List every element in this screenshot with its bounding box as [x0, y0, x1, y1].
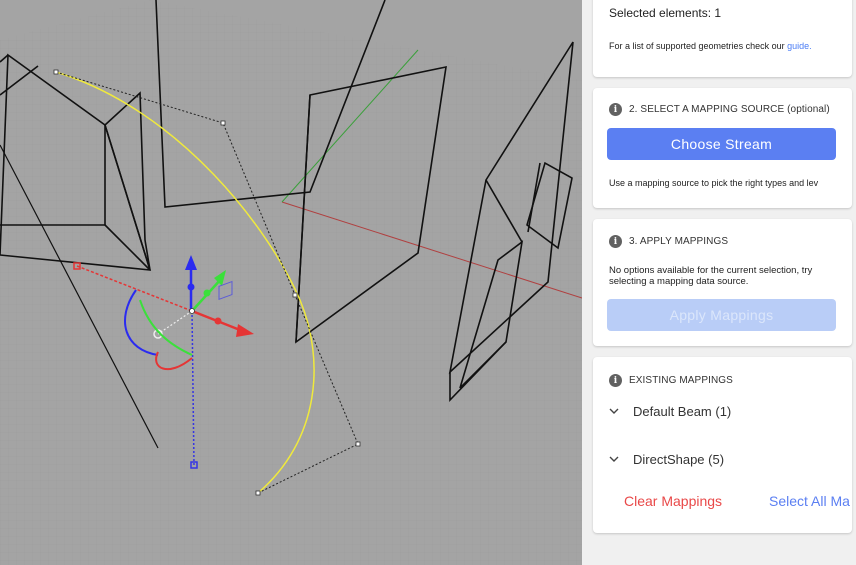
select-all-mapped-button[interactable]: Select All Ma [769, 493, 850, 509]
guide-link[interactable]: guide. [787, 41, 812, 51]
existing-mappings-card: i EXISTING MAPPINGS Default Beam (1) Dir… [593, 357, 852, 533]
mapping-group-label: Default Beam (1) [633, 404, 732, 419]
clear-mappings-button[interactable]: Clear Mappings [624, 493, 722, 509]
no-options-line-2: selecting a mapping data source. [609, 276, 749, 287]
mapping-source-card: i 2. SELECT A MAPPING SOURCE (optional) … [593, 88, 852, 208]
mapping-group-default-beam[interactable]: Default Beam (1) [609, 404, 731, 419]
apply-mappings-heading: i 3. APPLY MAPPINGS [609, 235, 728, 248]
mapping-source-heading: i 2. SELECT A MAPPING SOURCE (optional) [609, 103, 830, 116]
info-icon: i [609, 235, 622, 248]
selection-card: Selected elements: 1 For a list of suppo… [593, 0, 852, 77]
apply-mappings-button[interactable]: Apply Mappings [607, 299, 836, 331]
chevron-down-icon [609, 406, 623, 418]
selected-elements-count: Selected elements: 1 [609, 6, 722, 20]
supported-geometries-help: For a list of supported geometries check… [609, 40, 812, 52]
existing-mappings-heading: i EXISTING MAPPINGS [609, 374, 733, 387]
choose-stream-button[interactable]: Choose Stream [607, 128, 836, 160]
mapping-side-panel: Selected elements: 1 For a list of suppo… [582, 0, 856, 565]
3d-viewport[interactable] [0, 0, 582, 565]
info-icon: i [609, 374, 622, 387]
no-options-message: No options available for the current sel… [609, 265, 812, 287]
no-options-line-1: No options available for the current sel… [609, 265, 813, 276]
mapping-source-heading-text: 2. SELECT A MAPPING SOURCE (optional) [629, 104, 830, 115]
mapping-group-directshape[interactable]: DirectShape (5) [609, 452, 724, 467]
chevron-down-icon [609, 454, 623, 466]
mapping-group-label: DirectShape (5) [633, 452, 725, 467]
mapping-source-description: Use a mapping source to pick the right t… [609, 178, 819, 188]
existing-mappings-heading-text: EXISTING MAPPINGS [629, 375, 733, 386]
apply-mappings-heading-text: 3. APPLY MAPPINGS [629, 236, 729, 247]
help-text: For a list of supported geometries check… [609, 41, 785, 51]
info-icon: i [609, 103, 622, 116]
apply-mappings-card: i 3. APPLY MAPPINGS No options available… [593, 219, 852, 346]
